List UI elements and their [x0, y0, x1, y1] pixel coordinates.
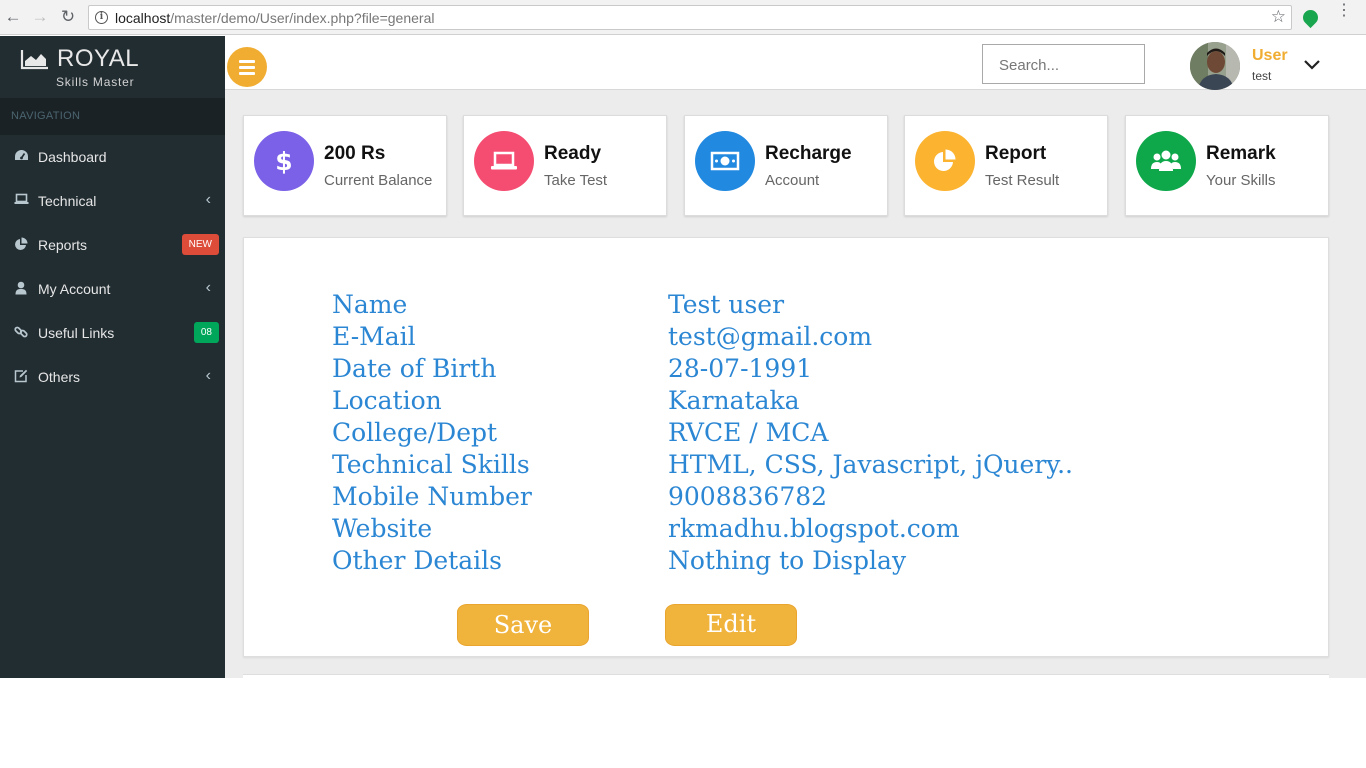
search-input[interactable]: Search... [982, 44, 1145, 84]
sidebar-item-technical[interactable]: Technical ‹ [0, 179, 225, 223]
forward-arrow-icon[interactable]: → [31, 8, 49, 26]
chevron-down-icon[interactable] [1302, 54, 1322, 74]
edit-icon [13, 369, 29, 383]
edit-button[interactable]: Edit [665, 604, 797, 646]
user-name[interactable]: User [1252, 47, 1288, 65]
card-title: Ready [544, 143, 602, 164]
card-title: 200 Rs [324, 143, 386, 164]
field-label: Location [332, 386, 442, 415]
card-title: Remark [1206, 143, 1276, 164]
sidebar-item-useful-links[interactable]: Useful Links 08 [0, 311, 225, 355]
info-icon[interactable]: i [95, 11, 108, 24]
card-subtitle: Current Balance [324, 172, 433, 189]
card-title: Recharge [765, 143, 852, 164]
count-badge: 08 [193, 322, 219, 343]
field-value: test@gmail.com [668, 322, 873, 351]
field-value: rkmadhu.blogspot.com [668, 514, 960, 543]
nav-header: NAVIGATION [0, 98, 225, 135]
chevron-left-icon: ‹ [205, 191, 211, 208]
sidebar-item-dashboard[interactable]: Dashboard [0, 135, 225, 179]
field-value: 9008836782 [668, 482, 828, 511]
hamburger-icon [239, 60, 255, 63]
laptop-icon [13, 193, 29, 207]
browser-menu-icon[interactable]: ⋮ [1336, 3, 1352, 19]
laptop-icon [474, 131, 534, 191]
field-label: Mobile Number [332, 482, 532, 511]
users-icon [1136, 131, 1196, 191]
svg-text:$: $ [275, 147, 292, 176]
recharge-card[interactable]: Recharge Account [684, 115, 888, 216]
report-card[interactable]: Report Test Result [904, 115, 1108, 216]
field-value: 28-07-1991 [668, 354, 813, 383]
remark-card[interactable]: Remark Your Skills [1125, 115, 1329, 216]
new-badge: NEW [181, 234, 219, 255]
address-bar[interactable]: i localhost/master/demo/User/index.php?f… [88, 5, 1292, 30]
field-label: College/Dept [332, 418, 498, 447]
field-label: Website [332, 514, 433, 543]
brand-subtitle: Skills Master [56, 75, 135, 89]
balance-card[interactable]: $ 200 Rs Current Balance [243, 115, 447, 216]
pie-chart-icon [915, 131, 975, 191]
url-text[interactable]: localhost/master/demo/User/index.php?fil… [115, 10, 434, 26]
card-subtitle: Take Test [544, 172, 608, 189]
dashboard-icon [13, 149, 29, 163]
link-icon [13, 325, 29, 339]
field-value: Test user [668, 290, 785, 319]
field-value: Nothing to Display [668, 546, 907, 575]
save-button[interactable]: Save [457, 604, 589, 646]
sidebar-item-others[interactable]: Others ‹ [0, 355, 225, 399]
dollar-icon: $ [254, 131, 314, 191]
field-value: HTML, CSS, Javascript, jQuery.. [668, 450, 1073, 479]
sidebar-item-label: Useful Links [38, 325, 115, 341]
card-title: Report [985, 143, 1047, 164]
sidebar-item-label: Technical [38, 193, 97, 209]
sidebar-item-label: Dashboard [38, 149, 107, 165]
avatar[interactable] [1190, 42, 1240, 90]
chevron-left-icon: ‹ [205, 279, 211, 296]
top-navbar: Search... User test [225, 36, 1366, 90]
field-value: RVCE / MCA [668, 418, 829, 447]
chevron-left-icon: ‹ [205, 367, 211, 384]
sidebar-item-reports[interactable]: Reports NEW [0, 223, 225, 267]
browser-toolbar: ← → ↻ i localhost/master/demo/User/index… [0, 0, 1366, 35]
user-subtitle: test [1252, 69, 1272, 83]
field-label: Date of Birth [332, 354, 497, 383]
take-test-card[interactable]: Ready Take Test [463, 115, 667, 216]
profile-panel: Name Test user E-Mail test@gmail.com Dat… [243, 237, 1329, 657]
money-icon [695, 131, 755, 191]
sidebar-item-label: My Account [38, 281, 111, 297]
chart-logo-icon [20, 50, 48, 70]
field-label: Technical Skills [332, 450, 530, 479]
field-value: Karnataka [668, 386, 800, 415]
bookmark-star-icon[interactable]: ☆ [1271, 7, 1286, 27]
card-subtitle: Test Result [985, 172, 1060, 189]
sidebar-item-label: Reports [38, 237, 88, 253]
sidebar-item-my-account[interactable]: My Account ‹ [0, 267, 225, 311]
pie-chart-icon [13, 237, 29, 251]
card-subtitle: Account [765, 172, 820, 189]
back-arrow-icon[interactable]: ← [4, 8, 22, 26]
reload-icon[interactable]: ↻ [59, 8, 77, 26]
field-label: E-Mail [332, 322, 416, 351]
sidebar: ROYAL Skills Master NAVIGATION Dashboard… [0, 36, 225, 678]
extension-icon[interactable] [1299, 6, 1322, 29]
field-label: Name [332, 290, 408, 319]
menu-toggle-button[interactable] [227, 47, 267, 87]
brand-title: ROYAL [57, 45, 140, 72]
card-subtitle: Your Skills [1206, 172, 1276, 189]
field-label: Other Details [332, 546, 502, 575]
brand-logo[interactable]: ROYAL Skills Master [0, 36, 225, 98]
user-icon [13, 281, 29, 295]
sidebar-item-label: Others [38, 369, 81, 385]
sidebar-menu: Dashboard Technical ‹ Reports NEW My Acc… [0, 135, 225, 399]
secondary-panel [243, 674, 1329, 678]
